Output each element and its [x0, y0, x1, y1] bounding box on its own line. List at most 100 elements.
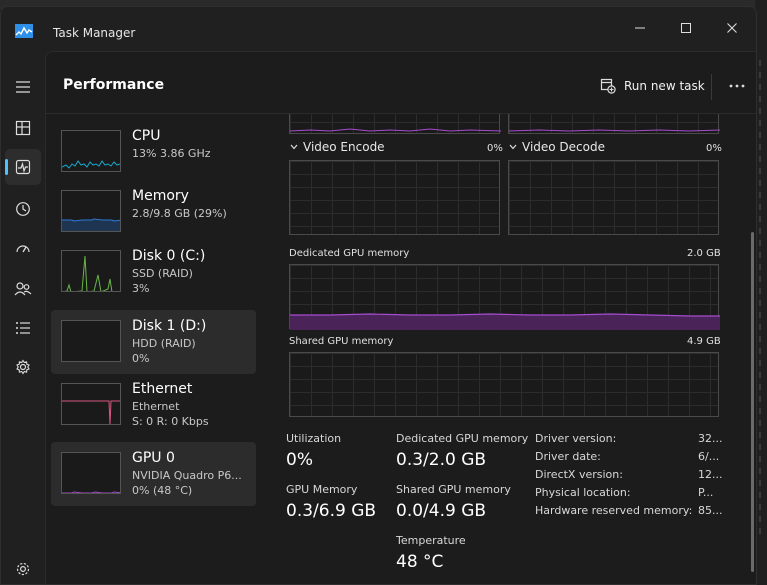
- utilization-label: Utilization: [286, 432, 342, 445]
- gpu-thumbnail-graph: [61, 452, 121, 494]
- services-icon: [16, 359, 30, 375]
- device-name: Disk 1 (D:): [132, 318, 207, 334]
- nav-processes[interactable]: [5, 110, 41, 146]
- device-item-memory[interactable]: Memory 2.8/9.8 GB (29%): [51, 184, 256, 248]
- device-usage: 3%: [132, 282, 150, 295]
- shared-memory-stat-label: Shared GPU memory: [396, 483, 511, 496]
- minimize-button[interactable]: [617, 13, 663, 43]
- nav-app-history[interactable]: [5, 191, 41, 227]
- disk-0-thumbnail-graph: [61, 250, 121, 292]
- nav-settings[interactable]: [5, 551, 41, 584]
- device-item-disk-0[interactable]: Disk 0 (C:) SSD (RAID) 3%: [51, 244, 256, 308]
- video-encode-percent: 0%: [487, 143, 503, 154]
- minimize-icon: [635, 27, 645, 29]
- gpu-detail-panel: Video Encode 0% Video Decode 0% Dedicate…: [276, 114, 728, 584]
- dedicated-memory-stat-value: 0.3/2.0 GB: [396, 450, 487, 470]
- users-icon: [14, 282, 32, 296]
- temperature-value: 48 °C: [396, 552, 444, 572]
- video-decode-graph: [508, 160, 719, 235]
- driver-version-value: 32...: [698, 432, 723, 445]
- memory-thumbnail-graph: [61, 190, 121, 232]
- maximize-button[interactable]: [663, 13, 709, 43]
- more-options-icon: [729, 84, 745, 88]
- video-decode-selector[interactable]: Video Decode: [508, 140, 605, 154]
- window-title: Task Manager: [53, 26, 136, 40]
- app-history-icon: [16, 202, 30, 216]
- page-header: Performance Run new task: [46, 52, 756, 114]
- dedicated-memory-graph: [289, 264, 720, 330]
- close-icon: [727, 23, 737, 33]
- device-name: Memory: [132, 188, 189, 204]
- hamburger-icon: [16, 81, 30, 93]
- gpu-memory-label: GPU Memory: [286, 483, 358, 496]
- engine-graph-top-right: [508, 114, 721, 134]
- device-item-gpu-0[interactable]: GPU 0 NVIDIA Quadro P6... 0% (48 °C): [51, 442, 256, 506]
- video-encode-graph: [289, 160, 500, 235]
- task-manager-app-icon: [15, 24, 33, 38]
- directx-version-key: DirectX version:: [535, 468, 623, 481]
- nav-details[interactable]: [5, 310, 41, 346]
- device-detail: SSD (RAID): [132, 267, 193, 280]
- nav-menu-button[interactable]: [5, 69, 41, 105]
- utilization-value: 0%: [286, 450, 313, 470]
- temperature-label: Temperature: [396, 534, 466, 547]
- chevron-down-icon: [290, 144, 298, 150]
- header-divider: [711, 74, 712, 100]
- navigation-rail: [1, 51, 45, 584]
- device-usage: 0% (48 °C): [132, 484, 193, 497]
- dedicated-memory-label: Dedicated GPU memory: [289, 248, 410, 259]
- run-new-task-label: Run new task: [624, 79, 705, 93]
- shared-memory-graph: [289, 352, 719, 417]
- details-icon: [16, 322, 30, 334]
- panel-scrollbar[interactable]: [751, 232, 754, 572]
- memory-sparkline: [62, 218, 120, 231]
- shared-memory-stat-value: 0.0/4.9 GB: [396, 501, 487, 521]
- device-item-disk-1[interactable]: Disk 1 (D:) HDD (RAID) 0%: [51, 310, 256, 374]
- device-name: CPU: [132, 128, 161, 144]
- device-detail: HDD (RAID): [132, 337, 196, 350]
- video-encode-selector[interactable]: Video Encode: [289, 140, 385, 154]
- hardware-reserved-memory-key: Hardware reserved memory:: [535, 504, 693, 517]
- device-name: Disk 0 (C:): [132, 248, 206, 264]
- driver-date-key: Driver date:: [535, 450, 601, 463]
- device-detail: NVIDIA Quadro P6...: [132, 469, 242, 482]
- maximize-icon: [681, 23, 691, 33]
- physical-location-value: P...: [698, 486, 714, 499]
- run-new-task-icon: [600, 78, 616, 94]
- title-bar[interactable]: Task Manager: [1, 7, 756, 51]
- device-item-cpu[interactable]: CPU 13% 3.86 GHz: [51, 124, 256, 188]
- chevron-down-icon: [509, 144, 517, 150]
- performance-page: Performance Run new task CPU 13% 3.86 GH…: [45, 51, 756, 584]
- disk-0-sparkline: [64, 255, 113, 291]
- device-throughput: S: 0 R: 0 Kbps: [132, 415, 209, 428]
- device-item-ethernet[interactable]: Ethernet Ethernet S: 0 R: 0 Kbps: [51, 377, 256, 441]
- shared-memory-label: Shared GPU memory: [289, 336, 394, 347]
- gpu-memory-value: 0.3/6.9 GB: [286, 501, 377, 521]
- device-name: GPU 0: [132, 450, 175, 466]
- ethernet-thumbnail-graph: [61, 383, 121, 425]
- device-detail: Ethernet: [132, 400, 180, 413]
- dedicated-memory-stat-label: Dedicated GPU memory: [396, 432, 529, 445]
- hardware-reserved-memory-value: 85...: [698, 504, 723, 517]
- device-usage: 0%: [132, 352, 150, 365]
- video-decode-percent: 0%: [706, 143, 722, 154]
- settings-icon: [16, 562, 30, 576]
- nav-services[interactable]: [5, 349, 41, 385]
- directx-version-value: 12...: [698, 468, 723, 481]
- processes-icon: [15, 120, 31, 136]
- device-name: Ethernet: [132, 381, 193, 397]
- cpu-thumbnail-graph: [61, 130, 121, 172]
- more-options-button[interactable]: [722, 72, 752, 100]
- nav-performance[interactable]: [5, 149, 41, 185]
- run-new-task-button[interactable]: Run new task: [600, 76, 705, 96]
- physical-location-key: Physical location:: [535, 486, 631, 499]
- close-button[interactable]: [709, 13, 755, 43]
- driver-date-value: 6/...: [698, 450, 720, 463]
- video-encode-label: Video Encode: [303, 140, 385, 154]
- engine-graph-line: [289, 128, 502, 132]
- nav-startup-apps[interactable]: [5, 231, 41, 267]
- startup-apps-icon: [16, 245, 30, 253]
- shared-memory-max: 4.9 GB: [687, 336, 721, 347]
- device-detail: 2.8/9.8 GB (29%): [132, 207, 227, 220]
- nav-users[interactable]: [5, 271, 41, 307]
